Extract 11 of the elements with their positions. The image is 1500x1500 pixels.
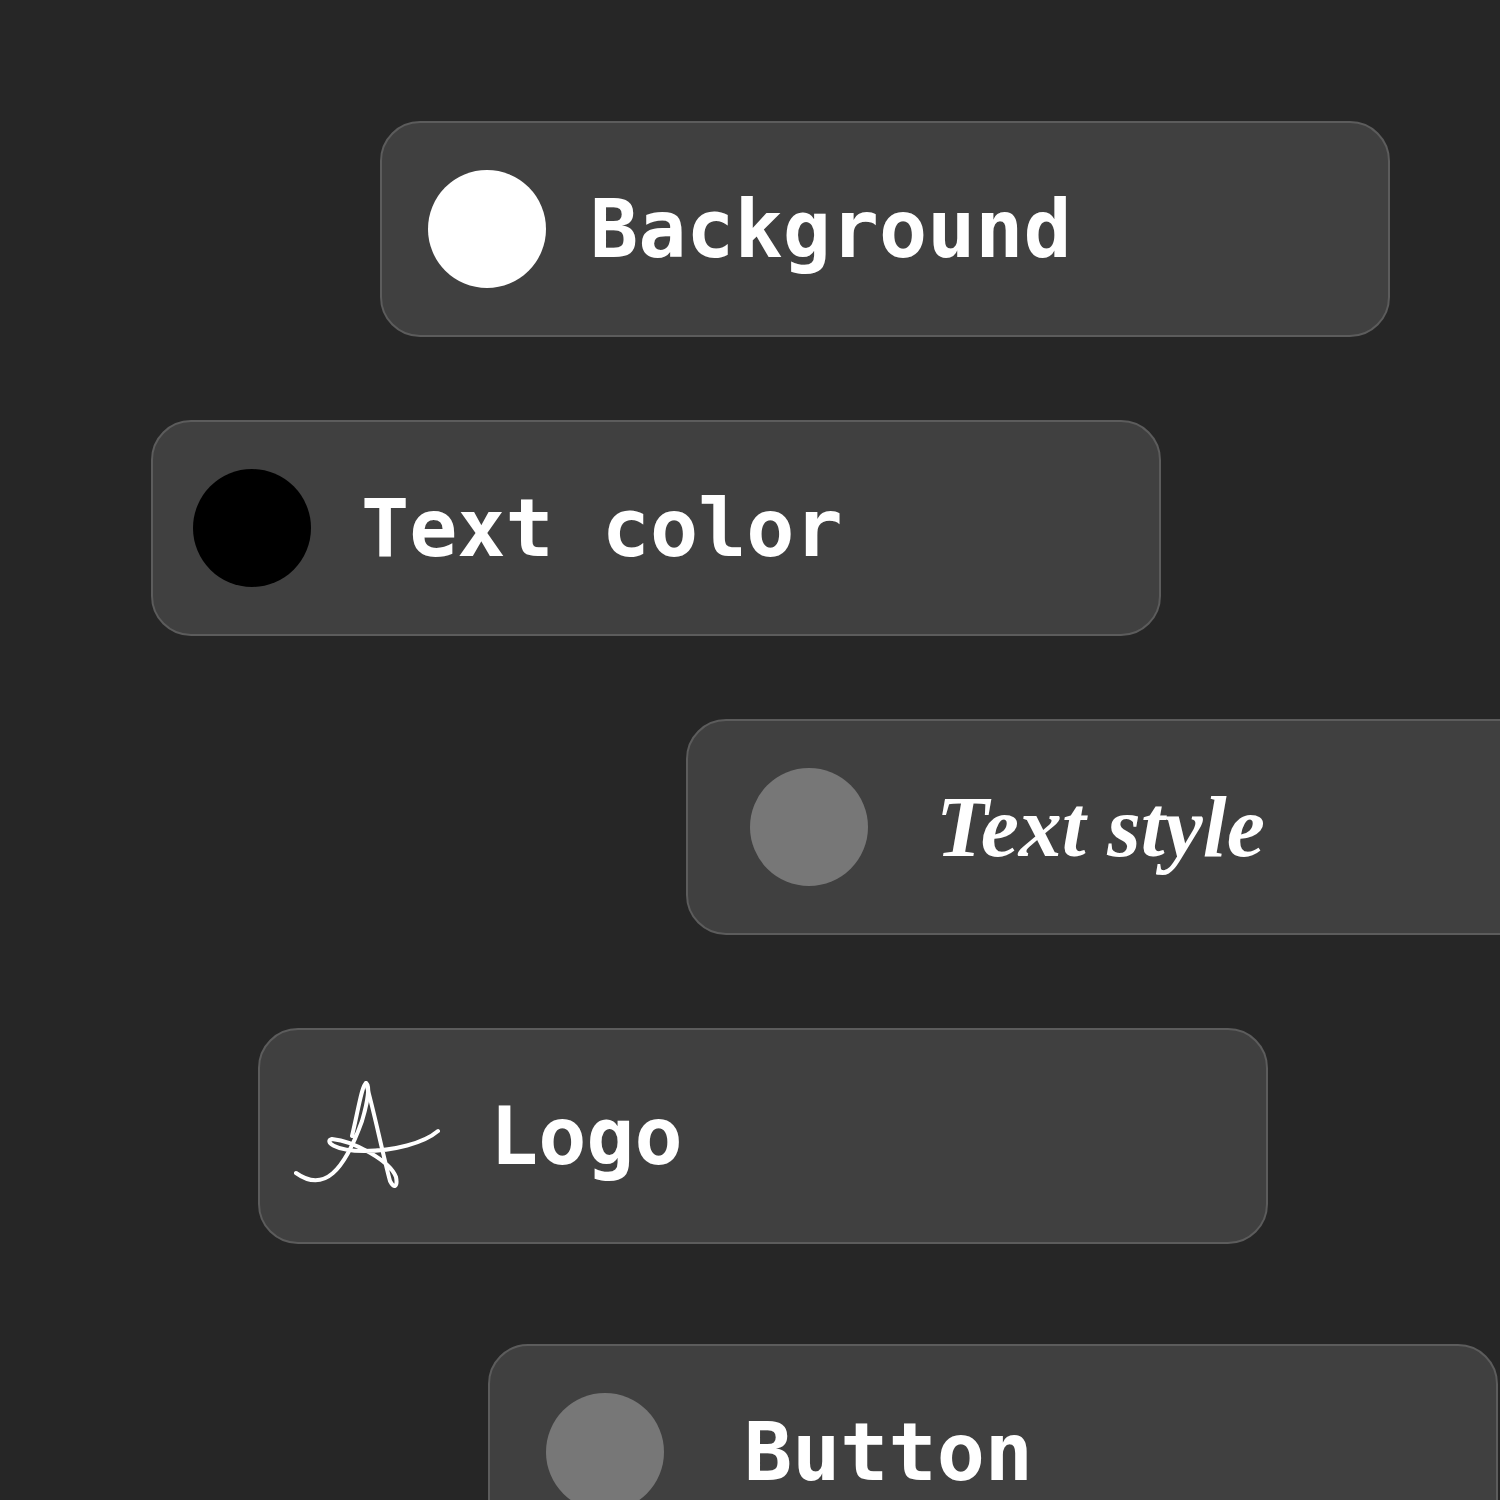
option-card[interactable]: Background [380, 121, 1390, 337]
script-a-logo-icon [294, 1081, 440, 1191]
option-card[interactable]: Button [488, 1344, 1498, 1500]
option-card[interactable]: Logo [258, 1028, 1268, 1244]
option-card[interactable]: Text color [151, 420, 1161, 636]
option-label: Text style [936, 778, 1265, 877]
option-label: Logo [490, 1089, 683, 1183]
option-label: Button [744, 1405, 1033, 1499]
option-label: Text color [361, 481, 843, 575]
option-card[interactable]: Text style [686, 719, 1500, 935]
option-label: Background [590, 182, 1072, 276]
